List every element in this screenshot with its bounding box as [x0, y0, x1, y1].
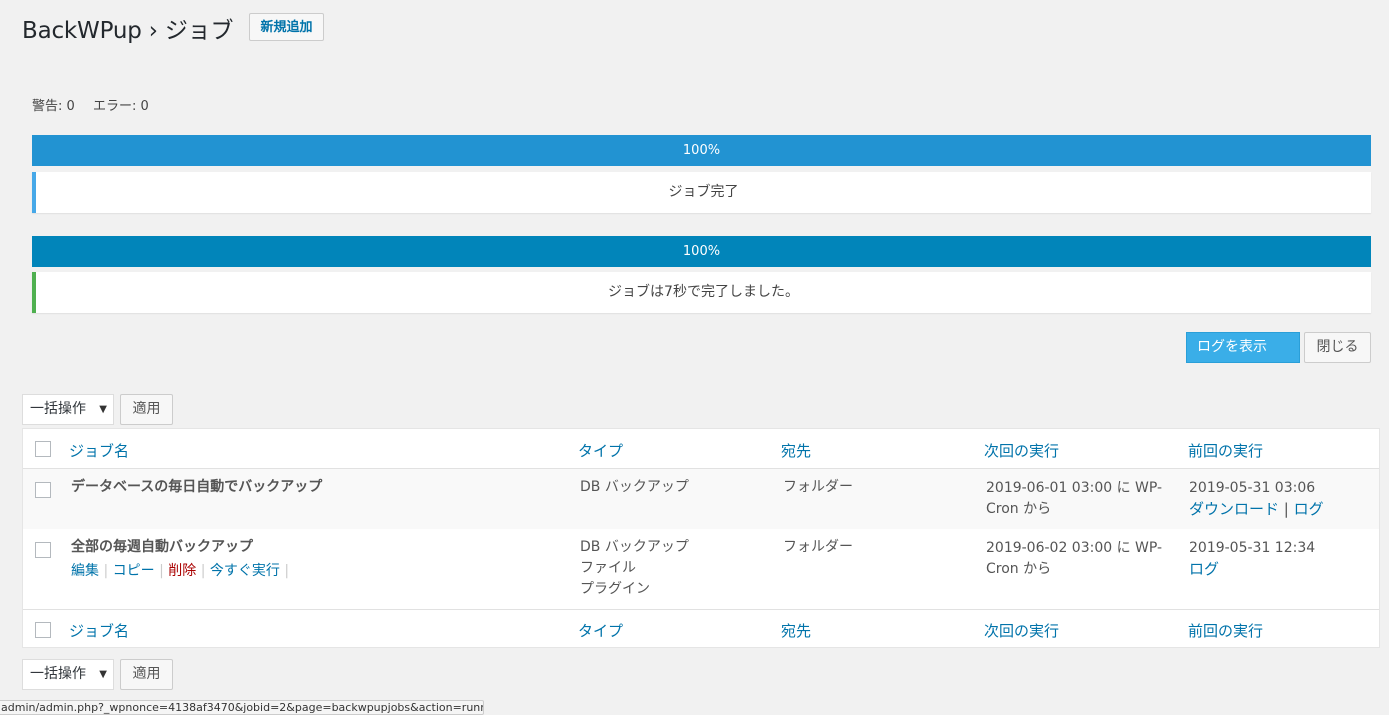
apply-button-bottom[interactable]: 適用 — [120, 659, 173, 690]
progress-message-1: ジョブ完了 — [32, 172, 1371, 213]
bulk-action-label: 一括操作 — [30, 666, 86, 682]
column-job-name[interactable]: ジョブ名 — [69, 440, 129, 461]
job-name[interactable]: データベースの毎日自動でバックアップ — [71, 477, 322, 498]
row-checkbox[interactable] — [35, 482, 51, 498]
jobs-table: ジョブ名 タイプ 宛先 次回の実行 前回の実行 データベースの毎日自動でバックア… — [22, 428, 1380, 648]
edit-link[interactable]: 編集 — [71, 563, 99, 579]
download-link[interactable]: ダウンロード — [1189, 500, 1279, 518]
job-type: DB バックアップ ファイル プラグイン — [580, 539, 689, 597]
table-header: ジョブ名 タイプ 宛先 次回の実行 前回の実行 — [23, 429, 1379, 469]
row-checkbox[interactable] — [35, 542, 51, 558]
column-last-run[interactable]: 前回の実行 — [1188, 440, 1263, 461]
run-now-link[interactable]: 今すぐ実行 — [210, 563, 280, 579]
log-link[interactable]: ログ — [1189, 560, 1219, 578]
add-new-button[interactable]: 新規追加 — [249, 13, 324, 41]
bulk-action-select-top[interactable]: 一括操作 ▼ — [22, 394, 114, 425]
job-last-run: 2019-05-31 03:06 ダウンロード | ログ — [1189, 480, 1324, 518]
log-link[interactable]: ログ — [1294, 500, 1324, 518]
job-name[interactable]: 全部の毎週自動バックアップ — [71, 537, 253, 558]
progress-bar-1: 100% — [32, 135, 1371, 166]
chevron-down-icon: ▼ — [99, 669, 107, 680]
delete-link[interactable]: 削除 — [168, 563, 196, 579]
error-count: エラー: 0 — [92, 99, 149, 114]
column-next-run[interactable]: 次回の実行 — [984, 620, 1059, 641]
table-row: 全部の毎週自動バックアップ 編集 | コピー | 削除 | 今すぐ実行 | DB… — [23, 529, 1379, 609]
column-type[interactable]: タイプ — [578, 440, 623, 461]
job-destination: フォルダー — [783, 479, 853, 495]
job-last-run: 2019-05-31 12:34 ログ — [1189, 540, 1316, 578]
warning-count: 警告: 0 — [32, 99, 75, 114]
column-job-name[interactable]: ジョブ名 — [69, 620, 129, 641]
chevron-down-icon: ▼ — [99, 404, 107, 415]
bulk-action-select-bottom[interactable]: 一括操作 ▼ — [22, 659, 114, 690]
job-next-run: 2019-06-02 03:00 に WP- Cron から — [986, 540, 1163, 577]
job-next-run: 2019-06-01 03:00 に WP- Cron から — [986, 480, 1163, 517]
table-row: データベースの毎日自動でバックアップ DB バックアップ フォルダー 2019-… — [23, 469, 1379, 529]
progress-message-2: ジョブは7秒で完了しました。 — [32, 272, 1371, 313]
apply-button-top[interactable]: 適用 — [120, 394, 173, 425]
progress-bar-2: 100% — [32, 236, 1371, 267]
column-type[interactable]: タイプ — [578, 620, 623, 641]
job-type: DB バックアップ — [580, 479, 689, 495]
page-title: BackWPup › ジョブ — [22, 18, 234, 44]
table-footer: ジョブ名 タイプ 宛先 次回の実行 前回の実行 — [23, 609, 1379, 648]
bulk-action-label: 一括操作 — [30, 401, 86, 417]
show-log-button[interactable]: ログを表示 — [1186, 332, 1300, 363]
column-destination[interactable]: 宛先 — [781, 620, 811, 641]
column-next-run[interactable]: 次回の実行 — [984, 440, 1059, 461]
copy-link[interactable]: コピー — [113, 563, 155, 579]
row-actions: 編集 | コピー | 削除 | 今すぐ実行 | — [71, 563, 290, 579]
column-last-run[interactable]: 前回の実行 — [1188, 620, 1263, 641]
select-all-checkbox[interactable] — [35, 441, 51, 457]
close-button[interactable]: 閉じる — [1304, 332, 1371, 363]
select-all-checkbox[interactable] — [35, 622, 51, 638]
job-destination: フォルダー — [783, 539, 853, 555]
status-line: 警告: 0 エラー: 0 — [32, 95, 163, 114]
column-destination[interactable]: 宛先 — [781, 440, 811, 461]
